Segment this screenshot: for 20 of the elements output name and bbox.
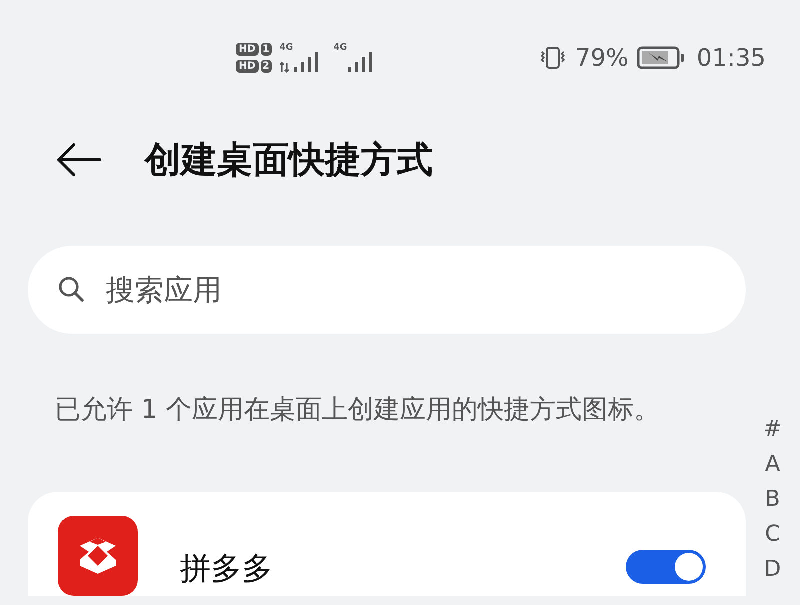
clock: 01:35 [696,44,766,72]
network-type: 4G [280,43,294,53]
sim-slot: 2 [260,60,272,73]
app-name: 拼多多 [180,550,274,589]
index-letter[interactable]: C [765,517,780,552]
battery-percent: 79% [575,44,629,72]
toggle-switch[interactable] [626,550,706,584]
back-arrow-icon [56,143,102,177]
index-letter[interactable]: D [764,552,782,587]
sim-badge: HD [236,60,259,73]
network-type: 4G [334,43,348,53]
vibrate-icon [539,46,568,70]
search-field[interactable]: 搜索应用 [28,246,746,334]
description-text: 已允许 1 个应用在桌面上创建应用的快捷方式图标。 [55,394,662,427]
sim-slot: 1 [260,43,272,56]
sim-badge: HD [236,43,259,56]
index-letter[interactable]: A [765,447,780,482]
index-letter[interactable]: B [765,482,780,517]
index-letter[interactable]: # [764,412,782,447]
page-title: 创建桌面快捷方式 [145,138,433,182]
